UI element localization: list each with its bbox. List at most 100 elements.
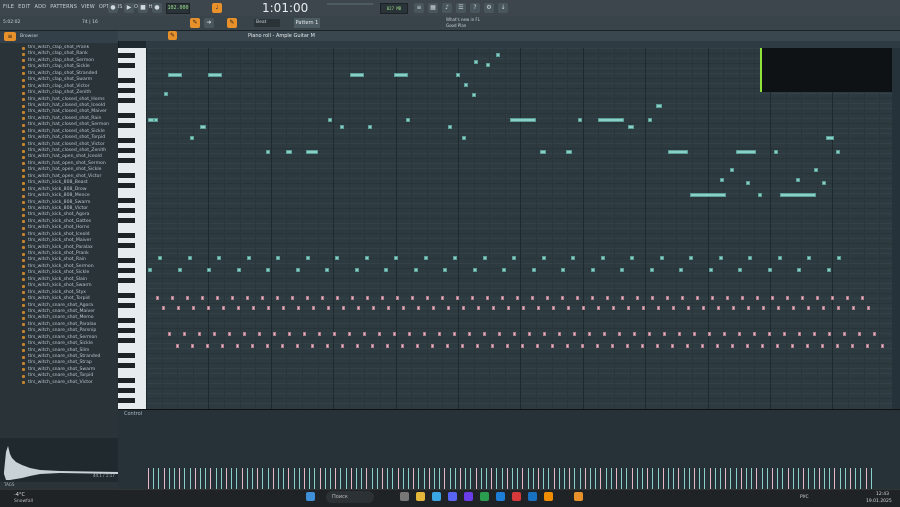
note[interactable] [237, 306, 240, 310]
stop-button[interactable]: ■ [138, 3, 148, 13]
velocity-bar[interactable] [231, 468, 233, 490]
note[interactable] [642, 306, 645, 310]
velocity-bar[interactable] [324, 468, 326, 490]
pattern-selector[interactable]: Pattern 1 [294, 18, 320, 28]
menu-file[interactable]: FILE [3, 4, 14, 10]
note[interactable] [341, 344, 344, 348]
note[interactable] [177, 306, 180, 310]
note[interactable] [717, 306, 720, 310]
note[interactable] [780, 193, 816, 197]
browser-item[interactable]: tlrs_witch_snare_shot_Victor [0, 380, 118, 386]
menu-add[interactable]: ADD [34, 4, 46, 10]
note[interactable] [522, 306, 525, 310]
velocity-bar[interactable] [808, 468, 810, 490]
velocity-bar[interactable] [538, 468, 539, 490]
black-key[interactable] [118, 233, 135, 238]
velocity-bar[interactable] [553, 468, 555, 490]
note[interactable] [678, 332, 681, 336]
velocity-bar[interactable] [595, 468, 597, 490]
note[interactable] [696, 296, 699, 300]
note[interactable] [776, 344, 779, 348]
black-key[interactable] [118, 158, 135, 163]
velocity-bar[interactable] [283, 468, 285, 490]
note[interactable] [620, 268, 624, 272]
note[interactable] [177, 268, 182, 272]
note[interactable] [541, 256, 546, 260]
note[interactable] [456, 73, 460, 77]
note[interactable] [512, 256, 516, 260]
note[interactable] [851, 344, 854, 348]
date[interactable]: 19.01.2025 [866, 499, 892, 504]
note[interactable] [246, 296, 249, 300]
note[interactable] [630, 256, 634, 260]
discord-icon[interactable] [448, 492, 457, 501]
note[interactable] [771, 296, 774, 300]
black-key[interactable] [118, 303, 135, 308]
note[interactable] [822, 181, 826, 185]
note[interactable] [736, 150, 756, 154]
note[interactable] [852, 306, 855, 310]
velocity-bar[interactable] [751, 468, 753, 490]
velocity-bar[interactable] [766, 468, 768, 490]
note[interactable] [396, 296, 399, 300]
note[interactable] [286, 150, 292, 154]
velocity-bar[interactable] [798, 468, 799, 490]
note[interactable] [791, 344, 794, 348]
note[interactable] [753, 332, 756, 336]
note[interactable] [816, 296, 819, 300]
note[interactable] [822, 306, 825, 310]
note[interactable] [576, 296, 579, 300]
note[interactable] [588, 332, 591, 336]
velocity-bar[interactable] [714, 468, 716, 490]
velocity-bar[interactable] [293, 468, 295, 490]
note[interactable] [192, 306, 195, 310]
velocity-bar[interactable] [850, 468, 851, 490]
note[interactable] [686, 344, 689, 348]
note[interactable] [368, 125, 372, 129]
note[interactable] [372, 306, 375, 310]
note[interactable] [464, 83, 468, 87]
note[interactable] [357, 306, 360, 310]
black-key[interactable] [118, 78, 135, 83]
app3-icon[interactable] [496, 492, 505, 501]
note[interactable] [628, 125, 634, 129]
event-editor[interactable] [118, 409, 900, 490]
velocity-bar[interactable] [439, 468, 441, 490]
velocity-bar[interactable] [699, 468, 701, 490]
note[interactable] [837, 306, 840, 310]
control-label[interactable]: Control [124, 411, 142, 417]
note[interactable] [267, 306, 270, 310]
note[interactable] [543, 332, 546, 336]
clock[interactable]: 12:43 [876, 492, 889, 497]
note[interactable] [566, 344, 569, 348]
note[interactable] [627, 306, 630, 310]
note[interactable] [513, 332, 516, 336]
note[interactable] [603, 332, 606, 336]
velocity-bar[interactable] [298, 468, 300, 490]
note[interactable] [826, 136, 834, 140]
velocity-bar[interactable] [387, 468, 389, 490]
velocity-bar[interactable] [839, 468, 841, 490]
velocity-bar[interactable] [210, 468, 212, 490]
black-key[interactable] [118, 258, 135, 263]
note[interactable] [761, 344, 764, 348]
fl-studio-icon[interactable] [574, 492, 583, 501]
velocity-bar[interactable] [673, 468, 675, 490]
note[interactable] [164, 92, 168, 96]
note[interactable] [836, 256, 841, 260]
note[interactable] [208, 73, 222, 77]
language-indicator[interactable]: РУС [800, 495, 809, 500]
snap-select[interactable]: Beat [254, 19, 280, 27]
note[interactable] [386, 344, 389, 348]
note[interactable] [656, 104, 662, 108]
note[interactable] [183, 332, 186, 336]
velocity-bar[interactable] [725, 468, 727, 490]
note[interactable] [758, 193, 762, 197]
note[interactable] [881, 344, 884, 348]
note[interactable] [311, 344, 314, 348]
note[interactable] [333, 332, 336, 336]
velocity-bar[interactable] [158, 468, 160, 490]
velocity-bar[interactable] [626, 468, 628, 490]
velocity-bar[interactable] [870, 468, 872, 490]
note[interactable] [318, 332, 321, 336]
